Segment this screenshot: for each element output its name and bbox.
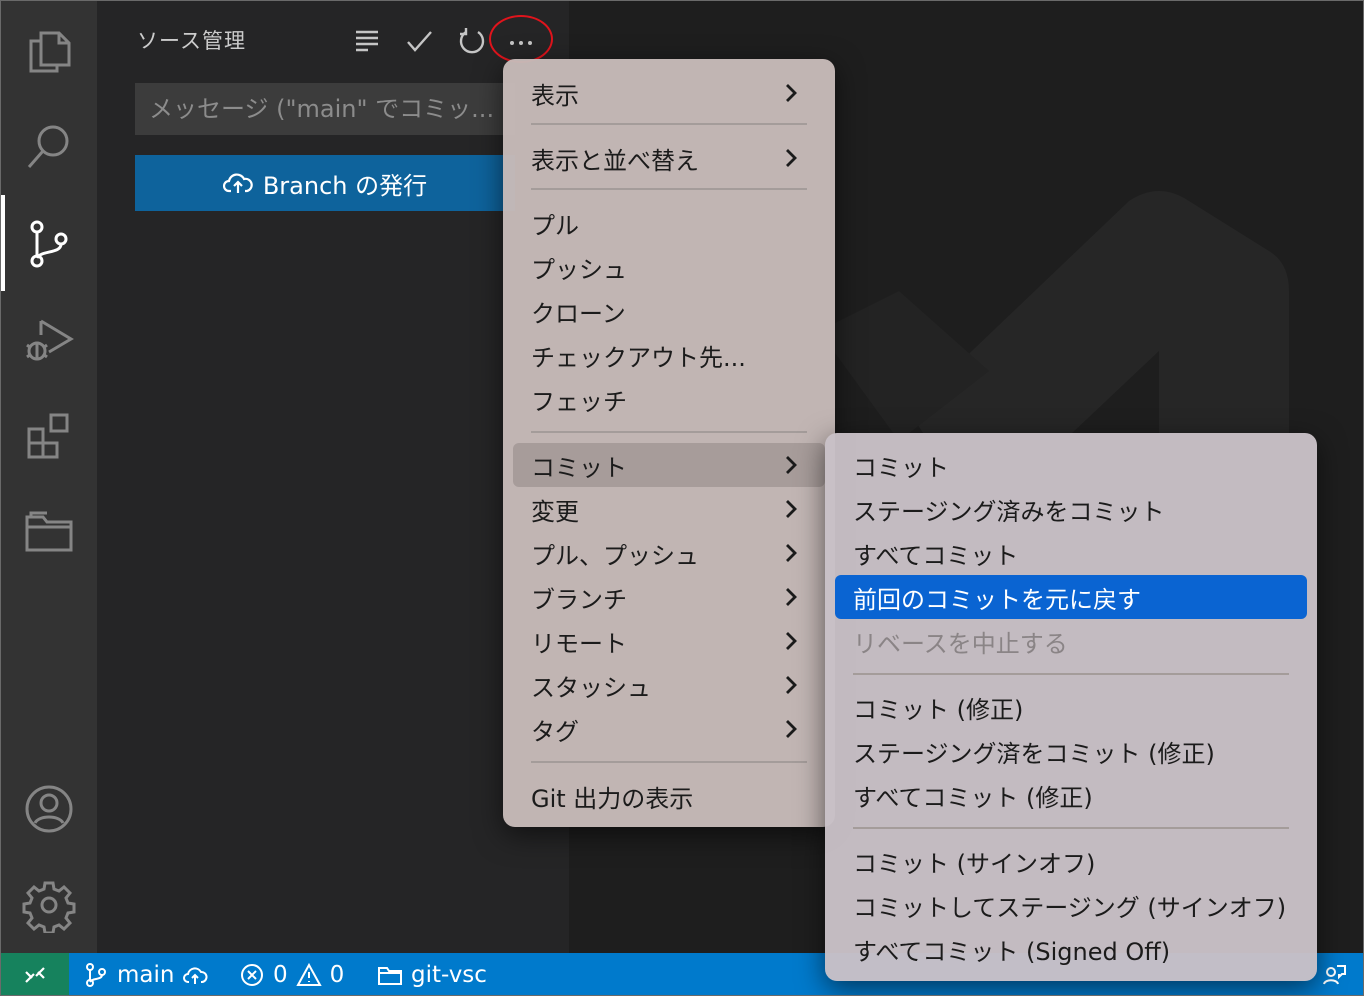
branch-icon	[86, 963, 106, 987]
search-icon[interactable]	[1, 99, 97, 195]
remote-icon	[25, 967, 45, 983]
chevron-right-icon	[777, 144, 805, 172]
problems-indicator[interactable]: 0 0	[239, 953, 345, 995]
warning-count: 0	[329, 962, 345, 988]
menu-separator	[853, 673, 1289, 675]
panel-title: ソース管理	[137, 29, 246, 53]
chevron-right-icon	[777, 715, 805, 743]
view-list-icon[interactable]	[347, 21, 387, 61]
vscode-window: ソース管理 メッセージ ("main" でコミッ... Branch の発行 m…	[0, 0, 1364, 996]
menu-item-tags[interactable]: タグ	[513, 707, 825, 751]
settings-gear-icon[interactable]	[1, 857, 97, 953]
commit-submenu: コミット ステージング済みをコミット すべてコミット 前回のコミットを元に戻す …	[825, 433, 1317, 981]
submenu-item-commit[interactable]: コミット	[835, 443, 1307, 487]
highlight-circle	[489, 15, 553, 63]
menu-item-commit[interactable]: コミット	[513, 443, 825, 487]
publish-branch-label: Branch の発行	[262, 171, 428, 200]
folder-indicator[interactable]: git-vsc	[377, 953, 487, 995]
menu-item-checkout[interactable]: チェックアウト先...	[513, 333, 825, 377]
menu-item-clone[interactable]: クローン	[513, 289, 825, 333]
chevron-right-icon	[777, 495, 805, 523]
source-control-icon[interactable]	[1, 195, 97, 291]
folder-icon[interactable]	[1, 483, 97, 579]
explorer-icon[interactable]	[1, 3, 97, 99]
submenu-item-abort-rebase: リベースを中止する	[853, 629, 1068, 658]
submenu-item-commit-all-amend[interactable]: すべてコミット (修正)	[835, 773, 1307, 817]
menu-separator	[531, 761, 807, 763]
chevron-right-icon	[777, 627, 805, 655]
menu-item-pull[interactable]: プル	[513, 201, 825, 245]
menu-item-changes[interactable]: 変更	[513, 487, 825, 531]
submenu-item-commit-staged-amend[interactable]: ステージング済をコミット (修正)	[835, 729, 1307, 773]
commit-message-input[interactable]: メッセージ ("main" でコミッ...	[135, 83, 515, 135]
menu-item-branch[interactable]: ブランチ	[513, 575, 825, 619]
warning-icon	[295, 962, 322, 986]
branch-name: main	[117, 962, 175, 988]
menu-item-view-sort[interactable]: 表示と並べ替え	[513, 136, 825, 180]
menu-separator	[531, 431, 807, 433]
refresh-icon[interactable]	[451, 21, 491, 61]
error-count: 0	[273, 962, 288, 988]
activity-bar	[1, 1, 97, 953]
check-icon[interactable]	[399, 21, 439, 61]
menu-item-stash[interactable]: スタッシュ	[513, 663, 825, 707]
folder-name: git-vsc	[411, 962, 487, 988]
publish-branch-button[interactable]: Branch の発行	[135, 155, 515, 211]
remote-indicator[interactable]	[1, 953, 69, 995]
menu-separator	[531, 188, 807, 190]
chevron-right-icon	[777, 671, 805, 699]
submenu-item-commit-all[interactable]: すべてコミット	[835, 531, 1307, 575]
account-icon[interactable]	[1, 761, 97, 857]
menu-item-push[interactable]: プッシュ	[513, 245, 825, 289]
chevron-right-icon	[777, 79, 805, 107]
menu-separator	[853, 827, 1289, 829]
chevron-right-icon	[777, 451, 805, 479]
source-control-panel: ソース管理 メッセージ ("main" でコミッ... Branch の発行	[97, 1, 569, 953]
menu-separator	[531, 123, 807, 125]
feedback-icon	[1323, 965, 1346, 985]
run-debug-icon[interactable]	[1, 291, 97, 387]
menu-item-pull-push[interactable]: プル、プッシュ	[513, 531, 825, 575]
error-icon	[241, 964, 263, 986]
menu-item-remote[interactable]: リモート	[513, 619, 825, 663]
submenu-item-commit-amend[interactable]: コミット (修正)	[835, 685, 1307, 729]
branch-indicator[interactable]: main	[83, 953, 208, 995]
submenu-item-commit-signoff[interactable]: コミット (サインオフ)	[835, 839, 1307, 883]
cloud-upload-icon	[222, 173, 253, 193]
menu-item-view[interactable]: 表示	[513, 71, 825, 115]
more-actions-menu: 表示 表示と並べ替え プル プッシュ クローン チェックアウト先... フェッチ…	[503, 59, 835, 827]
feedback-indicator[interactable]	[1321, 953, 1347, 995]
submenu-item-commit-stage-signoff[interactable]: コミットしてステージング (サインオフ)	[835, 883, 1307, 927]
submenu-item-undo-last-commit[interactable]: 前回のコミットを元に戻す	[835, 575, 1307, 619]
chevron-right-icon	[777, 539, 805, 567]
folder-icon	[378, 967, 402, 985]
chevron-right-icon	[777, 583, 805, 611]
menu-item-show-git-output[interactable]: Git 出力の表示	[513, 774, 825, 818]
submenu-item-commit-staged[interactable]: ステージング済みをコミット	[835, 487, 1307, 531]
menu-item-fetch[interactable]: フェッチ	[513, 377, 825, 421]
submenu-item-commit-all-signed-off[interactable]: すべてコミット (Signed Off)	[835, 927, 1307, 971]
cloud-upload-icon[interactable]	[182, 962, 208, 988]
extensions-icon[interactable]	[1, 387, 97, 483]
